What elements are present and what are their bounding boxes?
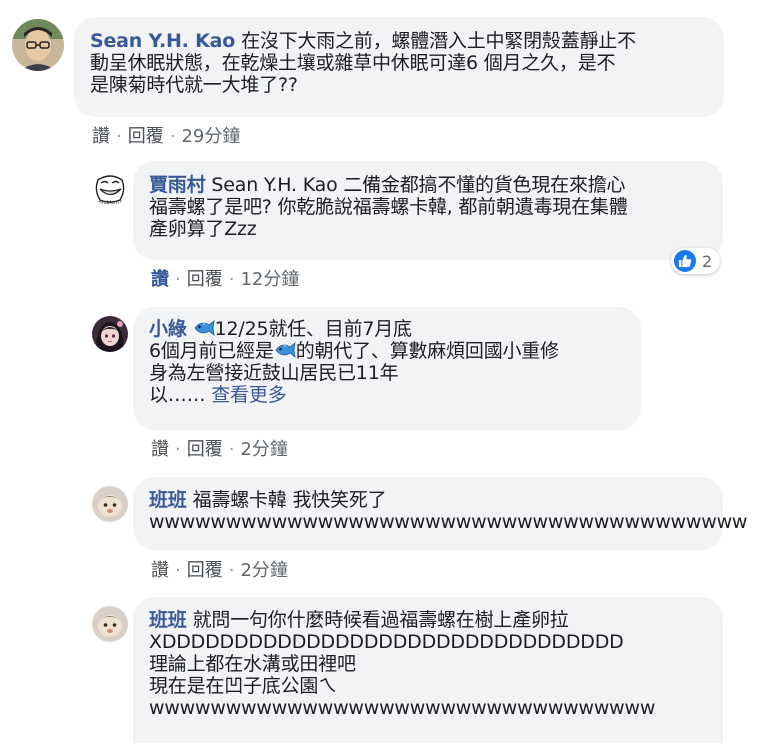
avatar-banban[interactable] [92,486,128,522]
separator-dot: · [228,560,235,581]
comment-bubble: 賈雨村 Sean Y.H. Kao 二備金都搞不懂的貨色現在來擔心 福壽螺了是吧?… [133,161,723,260]
separator-dot: · [175,560,181,581]
anime-girl-avatar [92,316,128,352]
comment-text-line: 福壽螺了是吧? 你乾脆說福壽螺卡韓, 都前朝遺毒現在集體 [149,196,628,218]
man-with-glasses-avatar [12,19,64,71]
like-button[interactable]: 讚 [151,439,169,460]
cartoon-face-avatar [92,486,128,522]
comment-text-line: 就問一句你什麼時候看過福壽螺在樹上產卵拉 [192,609,569,631]
reaction-count-badge[interactable]: 2 [671,248,721,274]
comment-text-line: 產卵算了Zzz [149,218,257,240]
svg-text:problem?: problem? [98,200,122,206]
separator-dot: · [175,439,181,460]
comment-text-line: 在沒下大雨之前，螺體潛入土中緊閉殼蓋靜止不 [241,30,636,52]
avatar-jia[interactable]: problem? [92,170,128,206]
comment-text-line: 動呈休眠狀態，在乾燥土壤或雜草中休眠可達6 個月之久，是不 [90,52,616,74]
comment-text-line: 是陳菊時代就一大堆了?? [90,74,298,96]
comment-bubble: Sean Y.H. Kao 在沒下大雨之前，螺體潛入土中緊閉殼蓋靜止不 動呈休眠狀… [74,17,724,117]
comment-text-line: 以…… [149,384,206,406]
avatar-banban[interactable] [92,606,128,642]
comment-actions: 讚 · 回覆 · 12分鐘 [151,265,299,291]
comment-text-line: 理論上都在水溝或田裡吧 [149,653,356,675]
comment-text-line: 身為左營接近鼓山居民已11年 [149,362,399,384]
comment-text-line: 福壽螺卡韓 我快笑死了 [192,489,387,511]
comment-actions: 讚 · 回覆 · 2分鐘 [151,556,288,582]
comment-timestamp[interactable]: 12分鐘 [240,269,299,290]
comment-text-line: 的朝代了、算數麻煩回國小重修 [295,340,559,362]
comment-author[interactable]: 班班 [149,489,187,511]
comment-author[interactable]: 小綠 [149,318,187,340]
like-button[interactable]: 讚 [151,269,169,290]
comment-actions: 讚 · 回覆 · 2分鐘 [151,435,288,461]
like-icon [674,250,696,272]
comment-bubble: 班班 福壽螺卡韓 我快笑死了 wwwwwwwwwwwwwwwwwwwwwwwwww… [133,477,748,550]
comment-author[interactable]: 賈雨村 [149,174,206,196]
comment-timestamp[interactable]: 2分鐘 [240,560,287,581]
avatar-sean[interactable] [12,19,64,71]
comment-author[interactable]: 班班 [149,609,187,631]
like-button[interactable]: 讚 [151,560,169,581]
reply-button[interactable]: 回覆 [128,126,164,147]
separator-dot: · [116,126,122,147]
reaction-count: 2 [702,251,713,271]
reply-button[interactable]: 回覆 [187,269,223,290]
comment-text-line: wwwwwwwwwwwwwwwwwwwwwwwwwwwwwwwww [149,697,656,719]
comment-timestamp[interactable]: 29分鐘 [181,126,240,147]
separator-dot: · [175,269,181,290]
comment-bubble: 班班 就問一句你什麼時候看過福壽螺在樹上產卵拉 XDDDDDDDDDDDDDDDD… [133,597,723,743]
blue-fish-emoji [275,342,296,358]
reply-button[interactable]: 回覆 [187,439,223,460]
comment-text-line: Sean Y.H. Kao 二備金都搞不懂的貨色現在來擔心 [211,174,626,196]
comment-text-line: 12/25就任、目前7月底 [214,318,412,340]
avatar-xiaolu[interactable] [92,316,128,352]
separator-dot: · [228,439,235,460]
like-button[interactable]: 讚 [92,126,110,147]
comment-bubble: 小綠 12/25就任、目前7月底 6個月前已經是 的朝代了、算數麻煩回國小重修 … [133,307,641,430]
comment-text-line: XDDDDDDDDDDDDDDDDDDDDDDDDDDDDDDDD [149,631,624,653]
comment-author[interactable]: Sean Y.H. Kao [90,30,235,52]
comment-actions: 讚 · 回覆 · 29分鐘 [92,122,240,148]
comment-timestamp[interactable]: 2分鐘 [240,439,287,460]
see-more-link[interactable]: 查看更多 [211,384,286,406]
reply-button[interactable]: 回覆 [187,560,223,581]
comment-text-line: 6個月前已經是 [149,340,274,362]
comment-text-line: wwwwwwwwwwwwwwwwwwwwwwwwwwwwwwwwwwwwwww [149,511,748,533]
troll-face-avatar: problem? [92,170,128,206]
cartoon-face-avatar [92,606,128,642]
blue-fish-emoji [194,320,215,336]
comment-text-line: 現在是在凹子底公園ㄟ [149,675,338,697]
separator-dot: · [169,126,176,147]
separator-dot: · [228,269,235,290]
